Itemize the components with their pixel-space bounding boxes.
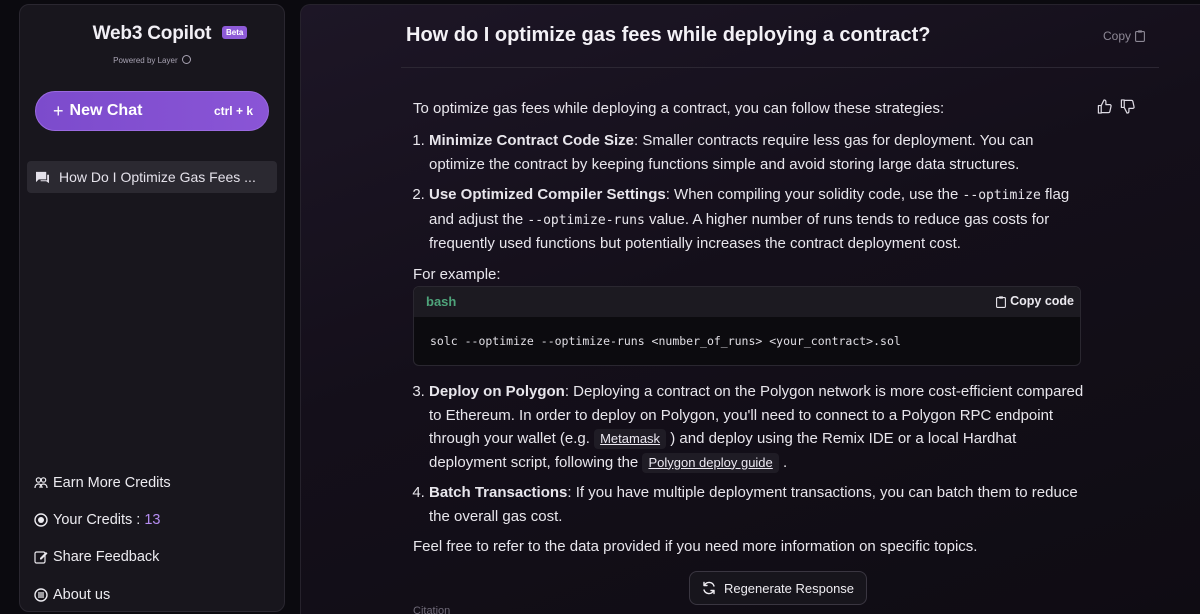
edit-icon (34, 551, 48, 564)
coin-icon (34, 513, 48, 527)
regenerate-button[interactable]: Regenerate Response (689, 571, 867, 605)
layer-logo-icon (181, 55, 191, 64)
answer-intro: To optimize gas fees while deploying a c… (413, 100, 945, 117)
inline-code: --optimize (962, 188, 1041, 203)
copy-code-button[interactable]: Copy code (996, 290, 1074, 314)
item-title: Batch Transactions (429, 484, 568, 501)
regenerate-label: Regenerate Response (723, 580, 855, 596)
item-title: Deploy on Polygon (429, 383, 565, 400)
share-feedback-link[interactable]: Share Feedback (34, 549, 159, 565)
copy-label: Copy (1103, 29, 1132, 43)
item-text: : When compiling your solidity code, use… (665, 186, 963, 203)
inline-code: --optimize-runs (527, 212, 645, 228)
chat-bubble-icon (36, 171, 49, 183)
sidebar: Web3 Copilot Beta Powered by Layer + New… (19, 4, 285, 612)
new-chat-button[interactable]: + New Chat ctrl + k (35, 91, 269, 131)
feedback-thumbs (1097, 99, 1135, 114)
about-us-link[interactable]: About us (34, 587, 110, 603)
users-icon (34, 477, 48, 489)
code-block-header: bash Copy code (414, 287, 1080, 317)
item-title: Minimize Contract Code Size (429, 132, 635, 149)
item-text: . (778, 453, 788, 471)
new-chat-shortcut: ctrl + k (213, 104, 253, 118)
strategy-list: Minimize Contract Code Size: Smaller con… (413, 129, 1093, 256)
brand: Web3 Copilot Beta (20, 23, 284, 45)
chat-history-title: How Do I Optimize Gas Fees ... (59, 169, 256, 185)
clipboard-icon (996, 296, 1007, 308)
thumbs-down-icon[interactable] (1120, 99, 1135, 114)
earn-credits-link[interactable]: Earn More Credits (34, 475, 171, 491)
copy-question-button[interactable]: Copy (1103, 29, 1145, 43)
powered-by-text: Powered by Layer (113, 56, 178, 65)
divider (401, 67, 1159, 68)
list-item: Deploy on Polygon: Deploying a contract … (429, 380, 1093, 474)
beta-badge: Beta (222, 26, 248, 39)
polygon-guide-link[interactable]: Polygon deploy guide (642, 452, 779, 473)
list-item: Use Optimized Compiler Settings: When co… (429, 183, 1093, 256)
powered-by: Powered by Layer (20, 55, 284, 65)
share-feedback-label: Share Feedback (53, 549, 160, 565)
clipboard-icon (1135, 30, 1145, 42)
earn-credits-label: Earn More Credits (53, 475, 171, 491)
code-content: solc --optimize --optimize-runs <number_… (430, 334, 901, 348)
refresh-icon (703, 581, 715, 595)
answer-body: To optimize gas fees while deploying a c… (413, 97, 1093, 559)
strategy-list-continued: Deploy on Polygon: Deploying a contract … (413, 380, 1093, 528)
citation-label: Citation (413, 605, 451, 614)
thumbs-up-icon[interactable] (1097, 99, 1112, 114)
list-item: Batch Transactions: If you have multiple… (429, 481, 1093, 528)
question-title: How do I optimize gas fees while deployi… (406, 24, 931, 46)
credits-label: Your Credits : (53, 512, 141, 528)
chat-panel: How do I optimize gas fees while deployi… (300, 4, 1200, 614)
app-title: Web3 Copilot (92, 23, 212, 44)
example-label: For example: (413, 265, 501, 283)
list-item: Minimize Contract Code Size: Smaller con… (429, 129, 1093, 176)
about-us-label: About us (53, 587, 111, 603)
copy-code-label: Copy code (1010, 294, 1074, 309)
chat-history-item[interactable]: How Do I Optimize Gas Fees ... (27, 161, 277, 193)
code-block: bash Copy code solc --optimize --optimiz… (413, 286, 1081, 366)
item-title: Use Optimized Compiler Settings (429, 186, 666, 203)
new-chat-label: New Chat (69, 102, 143, 119)
code-language: bash (426, 294, 457, 310)
your-credits: Your Credits : 13 (34, 512, 160, 528)
plus-icon: + (53, 101, 64, 121)
layer-logo-icon (34, 588, 48, 602)
answer-closing: Feel free to refer to the data provided … (413, 538, 978, 555)
credits-value: 13 (144, 512, 161, 528)
metamask-link[interactable]: Metamask (594, 429, 667, 449)
